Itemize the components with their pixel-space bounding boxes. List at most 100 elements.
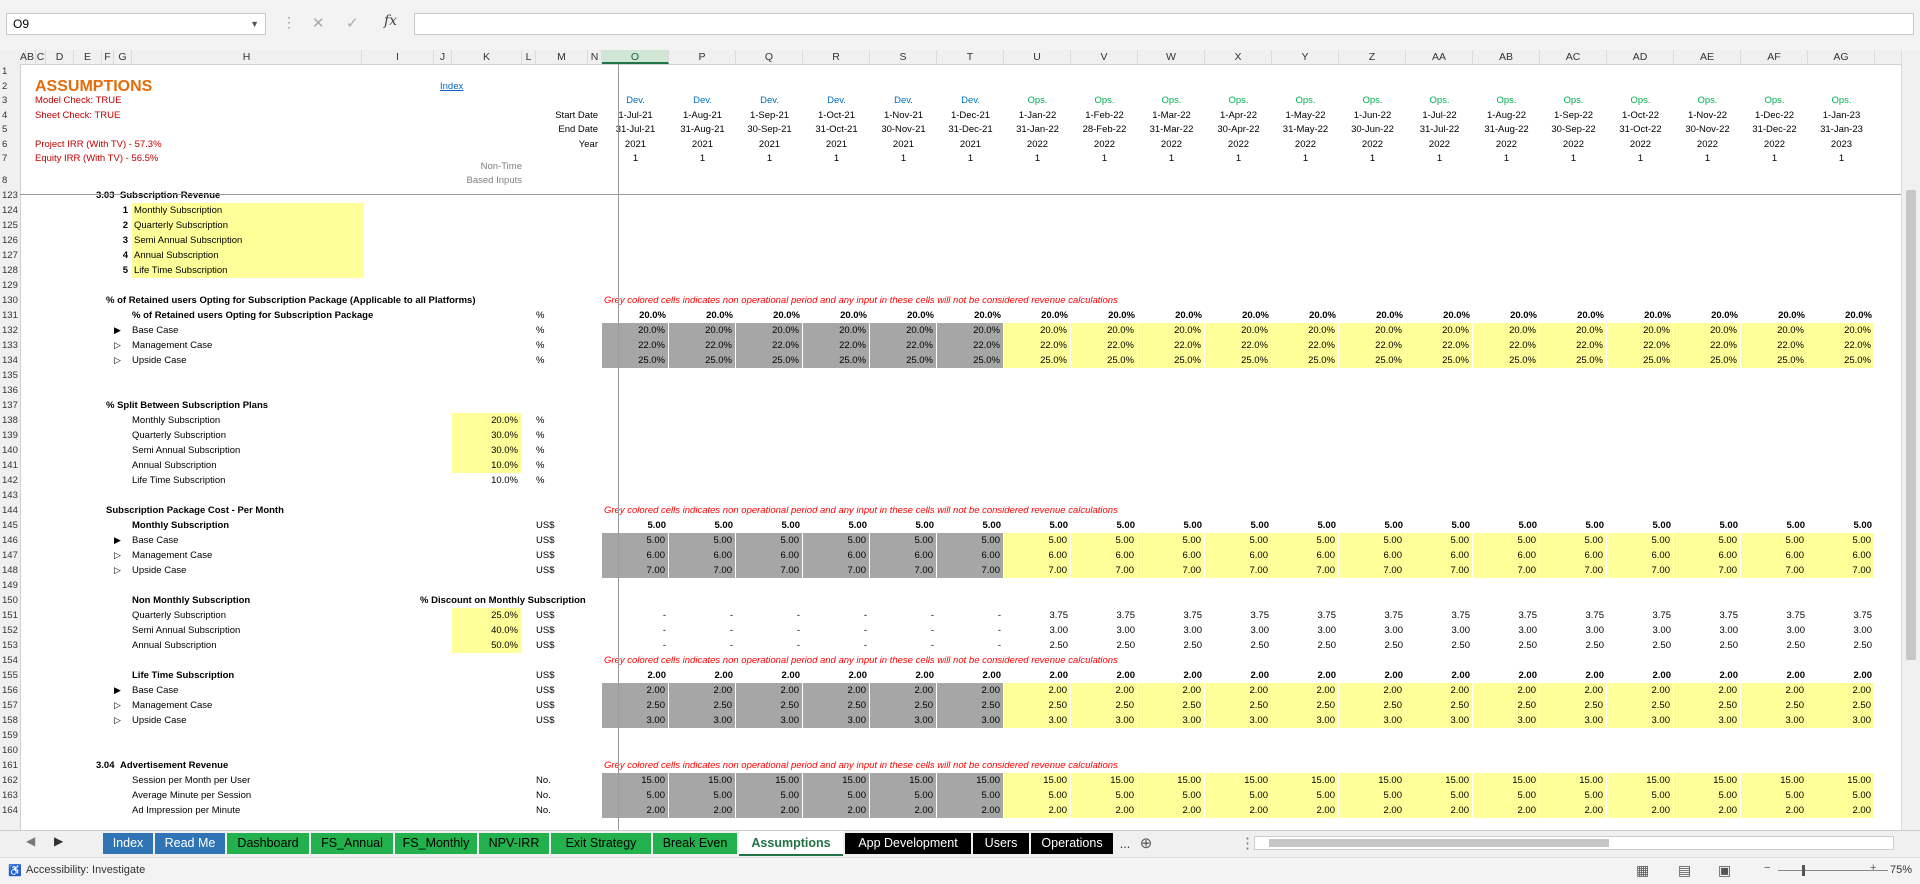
timeline-cell[interactable]: 7.00: [1607, 562, 1674, 578]
timeline-cell[interactable]: 22.0%: [1004, 337, 1071, 353]
start-date-cell[interactable]: 1-Mar-22: [1138, 108, 1205, 123]
column-header-h[interactable]: H: [132, 50, 362, 64]
normal-view-icon[interactable]: ▦: [1636, 862, 1649, 879]
start-date-cell[interactable]: 1-May-22: [1272, 108, 1339, 123]
column-header-x[interactable]: X: [1205, 50, 1272, 64]
timeline-cell[interactable]: -: [736, 623, 803, 638]
formula-input[interactable]: [414, 13, 1914, 35]
timeline-cell[interactable]: 2.50: [937, 697, 1004, 713]
phase-cell[interactable]: Ops.: [1674, 93, 1741, 108]
timeline-cell[interactable]: 22.0%: [1607, 337, 1674, 353]
phase-cell[interactable]: Ops.: [1607, 93, 1674, 108]
timeline-cell[interactable]: 20.0%: [1272, 308, 1339, 323]
year-cell[interactable]: 2022: [1272, 137, 1339, 152]
sheet-tab-dashboard[interactable]: Dashboard: [227, 833, 309, 854]
column-header-q[interactable]: Q: [736, 50, 803, 64]
row-number[interactable]: 143: [0, 488, 20, 503]
row-number[interactable]: 152: [0, 623, 20, 638]
timeline-cell[interactable]: 2.00: [1741, 802, 1808, 818]
flag-cell[interactable]: 1: [736, 151, 803, 166]
row-number[interactable]: 155: [0, 668, 20, 683]
row-number[interactable]: 149: [0, 578, 20, 593]
timeline-cell[interactable]: 5.00: [937, 518, 1004, 533]
timeline-cell[interactable]: -: [669, 638, 736, 653]
timeline-cell[interactable]: 3.00: [1473, 712, 1540, 728]
timeline-cell[interactable]: 20.0%: [669, 308, 736, 323]
enter-icon[interactable]: ✓: [346, 14, 359, 32]
timeline-cell[interactable]: 7.00: [1540, 562, 1607, 578]
timeline-cell[interactable]: 15.00: [1071, 772, 1138, 788]
timeline-cell[interactable]: 20.0%: [1138, 322, 1205, 338]
case-icon[interactable]: ▷: [114, 548, 121, 563]
timeline-cell[interactable]: 20.0%: [1004, 308, 1071, 323]
timeline-cell[interactable]: 15.00: [1138, 772, 1205, 788]
timeline-cell[interactable]: 3.00: [1272, 623, 1339, 638]
timeline-cell[interactable]: 2.00: [1406, 682, 1473, 698]
row-number[interactable]: 125: [0, 218, 20, 233]
timeline-cell[interactable]: 5.00: [1339, 532, 1406, 548]
timeline-cell[interactable]: 20.0%: [1674, 308, 1741, 323]
timeline-cell[interactable]: 2.00: [1607, 802, 1674, 818]
timeline-cell[interactable]: 5.00: [1674, 787, 1741, 803]
timeline-cell[interactable]: 5.00: [1339, 518, 1406, 533]
timeline-cell[interactable]: 22.0%: [1339, 337, 1406, 353]
timeline-cell[interactable]: 5.00: [669, 787, 736, 803]
timeline-cell[interactable]: 3.00: [937, 712, 1004, 728]
row-number[interactable]: 156: [0, 683, 20, 698]
timeline-cell[interactable]: 25.0%: [1071, 352, 1138, 368]
timeline-cell[interactable]: 5.00: [602, 787, 669, 803]
timeline-cell[interactable]: 15.00: [803, 772, 870, 788]
selected-case-icon[interactable]: ▶: [114, 533, 121, 548]
timeline-cell[interactable]: 15.00: [1272, 772, 1339, 788]
timeline-cell[interactable]: 5.00: [1004, 518, 1071, 533]
timeline-cell[interactable]: 2.00: [1808, 682, 1875, 698]
flag-cell[interactable]: 1: [1205, 151, 1272, 166]
flag-cell[interactable]: 1: [1607, 151, 1674, 166]
timeline-cell[interactable]: 2.00: [1808, 668, 1875, 683]
column-header-c[interactable]: C: [36, 50, 46, 64]
timeline-cell[interactable]: 5.00: [1741, 787, 1808, 803]
timeline-cell[interactable]: -: [736, 638, 803, 653]
timeline-cell[interactable]: 3.75: [1741, 608, 1808, 623]
timeline-cell[interactable]: 25.0%: [803, 352, 870, 368]
timeline-cell[interactable]: 2.50: [1339, 638, 1406, 653]
split-input[interactable]: 30.0%: [452, 442, 522, 458]
timeline-cell[interactable]: 20.0%: [1473, 322, 1540, 338]
row-number[interactable]: 138: [0, 413, 20, 428]
timeline-cell[interactable]: 2.50: [1339, 697, 1406, 713]
row-number[interactable]: 132: [0, 323, 20, 338]
column-header-p[interactable]: P: [669, 50, 736, 64]
timeline-cell[interactable]: 2.00: [1071, 802, 1138, 818]
row-number[interactable]: 144: [0, 503, 20, 518]
column-header-s[interactable]: S: [870, 50, 937, 64]
timeline-cell[interactable]: 2.00: [1339, 802, 1406, 818]
start-date-cell[interactable]: 1-Feb-22: [1071, 108, 1138, 123]
timeline-cell[interactable]: 22.0%: [870, 337, 937, 353]
timeline-cell[interactable]: 2.00: [870, 668, 937, 683]
case-icon[interactable]: ▷: [114, 563, 121, 578]
timeline-cell[interactable]: 20.0%: [1607, 308, 1674, 323]
timeline-cell[interactable]: 7.00: [736, 562, 803, 578]
timeline-cell[interactable]: 6.00: [1004, 547, 1071, 563]
timeline-cell[interactable]: 2.50: [1205, 638, 1272, 653]
phase-cell[interactable]: Ops.: [1808, 93, 1875, 108]
timeline-cell[interactable]: 6.00: [1138, 547, 1205, 563]
column-header-f[interactable]: F: [102, 50, 114, 64]
timeline-cell[interactable]: 2.00: [1071, 668, 1138, 683]
row-number[interactable]: 5: [0, 122, 20, 137]
timeline-cell[interactable]: 5.00: [669, 532, 736, 548]
timeline-cell[interactable]: 3.00: [1071, 712, 1138, 728]
year-cell[interactable]: 2022: [1607, 137, 1674, 152]
timeline-cell[interactable]: 7.00: [1741, 562, 1808, 578]
timeline-cell[interactable]: 3.00: [1339, 623, 1406, 638]
timeline-cell[interactable]: 20.0%: [1138, 308, 1205, 323]
case-icon[interactable]: ▷: [114, 338, 121, 353]
timeline-cell[interactable]: 22.0%: [1741, 337, 1808, 353]
end-date-cell[interactable]: 30-Jun-22: [1339, 122, 1406, 137]
timeline-cell[interactable]: 7.00: [1406, 562, 1473, 578]
flag-cell[interactable]: 1: [669, 151, 736, 166]
timeline-cell[interactable]: 5.00: [1406, 532, 1473, 548]
timeline-cell[interactable]: 5.00: [870, 532, 937, 548]
timeline-cell[interactable]: 25.0%: [1741, 352, 1808, 368]
timeline-cell[interactable]: 15.00: [937, 772, 1004, 788]
